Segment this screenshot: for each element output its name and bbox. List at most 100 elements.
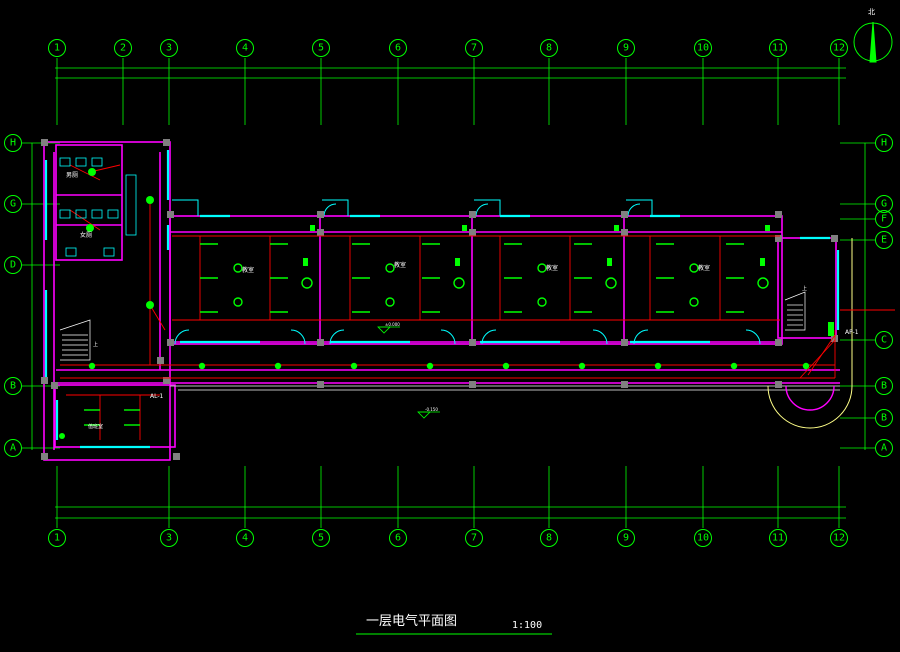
dimension-lines [31,67,866,519]
axis-bubble-right: H [840,134,893,152]
drawing-title: 一层电气平面图 [366,614,458,629]
axis-grid-right: H GFE C B B A [840,134,893,457]
room-label-office-1: 教室 [242,266,254,274]
axis-bubble-bottom: 11 [769,466,787,547]
lighting-fixtures [84,243,769,426]
axis-label: B [10,381,16,392]
axis-bubble-bottom: 4 [236,466,254,547]
room-label-guard: 值班室 [88,423,103,430]
axis-bubble-top: 3 [160,39,178,125]
axis-label: 4 [242,43,248,54]
ceiling-fan [233,263,243,273]
column [317,211,324,218]
corridor-lamp [274,362,282,370]
column [173,453,180,460]
axis-label: 1 [54,533,60,544]
column [317,339,324,346]
column [621,339,628,346]
room-label-toilet-m: 男厕 [66,172,78,179]
axis-bubble-top: 9 [617,39,635,125]
axis-bubble-top: 2 [114,39,132,125]
axis-label: 7 [471,533,477,544]
corridor-lamp [802,362,810,370]
axis-label: 9 [623,533,629,544]
stair-left [59,319,91,361]
axis-bubble-right: G [840,195,893,213]
column [621,229,628,236]
axis-label: G [10,199,16,210]
axis-bubble-bottom: 3 [160,466,178,547]
axis-bubble-right: E [840,231,893,249]
corridor-lamp [654,362,662,370]
axis-label: 5 [318,533,324,544]
distribution-box [453,277,465,289]
axis-bubble-bottom: 9 [617,466,635,547]
panel-label-al1: AL-1 [150,393,164,400]
panel-label-ap1: AP-1 [845,329,859,336]
corridor-lamp [350,362,358,370]
ceiling-fan [385,297,395,307]
column [831,235,838,242]
column [775,381,782,388]
corridor-lamp [198,362,206,370]
ceiling-fan [537,263,547,273]
corridor-lamp [88,362,96,370]
windows [44,150,840,449]
axis-bubble-top: 7 [465,39,483,125]
room-label-office-2: 教室 [394,261,406,269]
axis-bubble-right: B [840,409,893,427]
axis-label: D [10,260,16,271]
column [621,211,628,218]
axis-label: E [881,235,887,246]
curved-stair [767,238,853,429]
doors [172,199,761,345]
column [167,211,174,218]
stair-right [784,291,806,331]
axis-label: 12 [833,43,845,54]
axis-bubble-top: 8 [540,39,558,125]
drawing-scale: 1:100 [512,620,543,631]
axis-bubble-top: 1 [48,39,66,125]
axis-label: 6 [395,533,401,544]
column [317,229,324,236]
axis-label: G [881,199,887,210]
axis-bubble-bottom: 10 [694,466,712,547]
axis-bubble-top: 12 [830,39,848,125]
axis-bubble-bottom: 6 [389,466,407,547]
axis-label: 2 [120,43,126,54]
axis-bubble-right: F [840,210,893,228]
axis-label: 4 [242,533,248,544]
distribution-box [301,277,313,289]
axis-grid-top: 1 2 3 4 5 6 7 8 9 10 11 12 [48,39,848,125]
axis-label: H [10,138,16,149]
level-markers [377,326,440,419]
floor-plan-drawing: 1 2 3 4 5 6 7 8 9 10 11 12 1 3 4 5 6 7 8 9 10 11 12 HGDBA HGF… [4,8,895,635]
axis-label: 9 [623,43,629,54]
ceiling-fan [689,297,699,307]
axis-label: 3 [166,533,172,544]
column [51,382,58,389]
distribution-box [605,277,617,289]
column [41,453,48,460]
north-label: 北 [868,8,875,16]
axis-bubble-top: 5 [312,39,330,125]
corridor-lamp [578,362,586,370]
axis-bubble-bottom: 12 [830,466,848,547]
axis-label: F [881,214,887,225]
ceiling-fan [385,263,395,273]
room-label-office-3: 教室 [546,264,558,272]
corridor-edge [170,385,840,391]
column [775,339,782,346]
column [469,229,476,236]
elevation-label-2: -0.150 [425,407,438,412]
axis-label: C [881,335,887,346]
walls [43,141,840,461]
axis-bubble-right: A [840,439,893,457]
corridor-lamp [426,362,434,370]
axis-label: H [881,138,887,149]
column [621,381,628,388]
axis-label: 10 [697,533,709,544]
axis-label: 11 [772,533,784,544]
axis-label: 5 [318,43,324,54]
axis-bubble-right: B [840,377,893,395]
